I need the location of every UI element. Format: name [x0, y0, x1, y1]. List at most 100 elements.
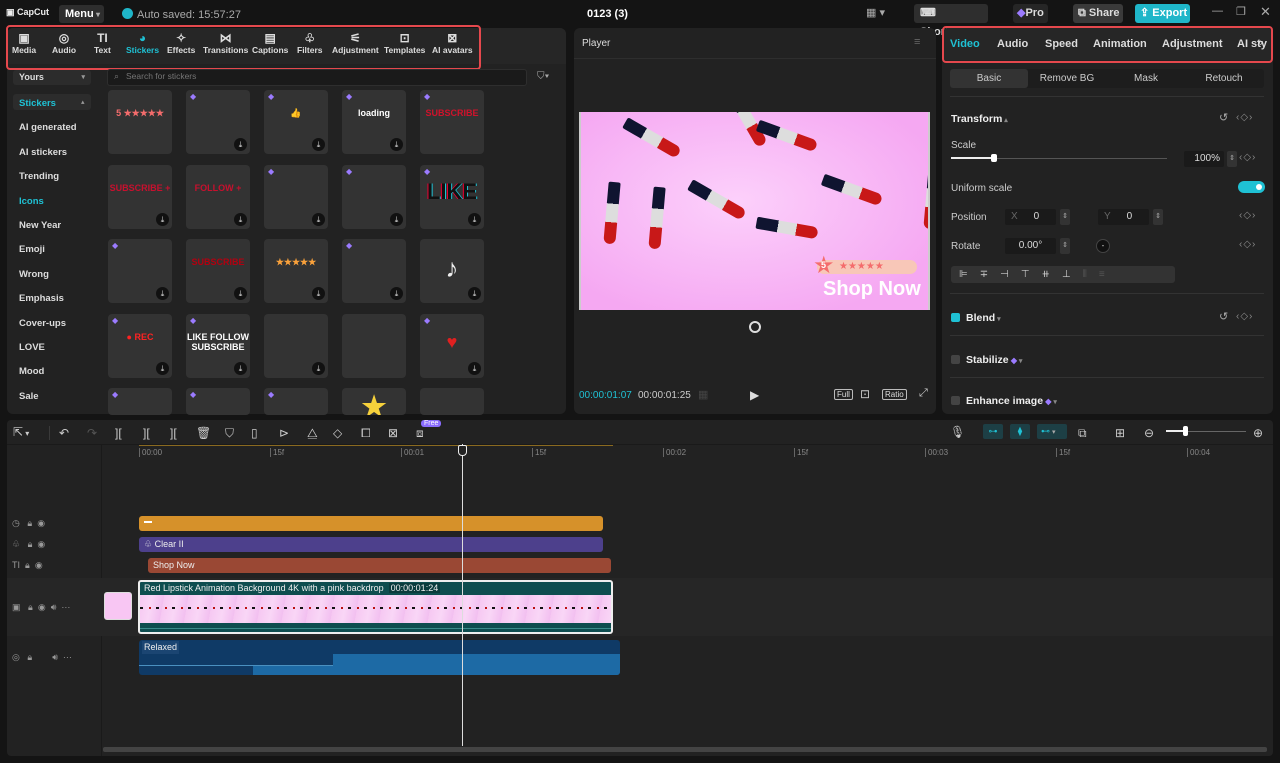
position-x-stepper[interactable]: ⇕	[1060, 209, 1070, 225]
download-icon[interactable]: ⤓	[234, 287, 247, 300]
category-item[interactable]: AI generated	[19, 122, 77, 133]
sticker-stars-bar[interactable]: ★★★★★ ⤓	[264, 239, 328, 303]
sticker-heart-bubble[interactable]: ♥ ◆ ⤓	[420, 313, 484, 378]
video-clip[interactable]: Red Lipstick Animation Background 4K wit…	[138, 580, 613, 634]
sticker-thought-cloud[interactable]: ◆ ⤓	[186, 90, 250, 154]
sticker-subscribe-button[interactable]: SUBSCRIBE ◆	[420, 90, 484, 154]
download-icon[interactable]: ⤓	[390, 138, 403, 151]
download-icon[interactable]: ⤓	[156, 361, 169, 375]
preview-axis-icon[interactable]: ⧉	[1078, 426, 1087, 441]
download-icon[interactable]: ⤓	[390, 287, 403, 300]
sticker-search-input[interactable]	[126, 71, 516, 81]
rotate-handle-icon[interactable]	[749, 321, 761, 333]
category-item[interactable]: Mood	[19, 366, 44, 377]
reset-icon[interactable]: ↺	[1219, 111, 1228, 124]
align-right-icon[interactable]: ⊣	[1000, 269, 1021, 280]
category-item[interactable]: Stickers	[19, 98, 56, 109]
download-icon[interactable]: ⤓	[468, 361, 481, 375]
sticker-tiktok-logo[interactable]: ♪ ⤓	[420, 239, 484, 303]
download-icon[interactable]: ⤓	[312, 138, 325, 151]
player-menu-icon[interactable]: ≡	[914, 36, 920, 48]
filter-sort-icon[interactable]: ⛉▾	[537, 71, 549, 82]
sticker-rec-indicator[interactable]: ● REC ◆ ⤓	[108, 313, 172, 378]
sticker-reaction-pill[interactable]: ◆ ⤓	[108, 239, 172, 303]
microphone-icon[interactable]: 🎙	[950, 425, 965, 439]
category-item[interactable]: Emoji	[19, 244, 45, 255]
sticker-like-glitch[interactable]: LIKE ◆ ⤓	[420, 164, 484, 229]
split-icon[interactable]: ][	[115, 426, 122, 440]
split-right-icon[interactable]: ][	[170, 426, 177, 440]
yours-dropdown[interactable]: Yours ▾	[13, 70, 91, 85]
scale-value[interactable]: 100%	[1184, 151, 1224, 167]
sticker-social-bars[interactable]: ◆ ⤓	[264, 164, 328, 229]
filter-clip[interactable]: ♧ Clear II	[139, 537, 603, 552]
download-icon[interactable]: ⤓	[468, 212, 481, 226]
marker-icon[interactable]: ⛉	[225, 426, 234, 441]
subtab-mask[interactable]: Mask	[1107, 69, 1185, 88]
keyframe-icon[interactable]: ‹◇›	[1236, 311, 1253, 322]
align-left-icon[interactable]: ⊫	[959, 269, 980, 280]
remove-bg-icon[interactable]: ⊠	[388, 426, 398, 440]
cover-thumbnail[interactable]	[104, 592, 132, 620]
sticker-yellow-bar[interactable]: ◆	[108, 388, 172, 415]
eye-icon[interactable]: ◉	[37, 539, 45, 549]
distribute-v-icon[interactable]: ≡	[1099, 269, 1117, 280]
zoom-out-icon[interactable]: ⊖	[1144, 426, 1154, 440]
sticker-thumbs-up[interactable]: 👍 ◆ ⤓	[264, 90, 328, 154]
position-x-field[interactable]: X0	[1005, 209, 1056, 225]
sticker-gold-star[interactable]: ★	[342, 388, 406, 415]
rotate-dial[interactable]: -	[1096, 239, 1110, 253]
volume-icon[interactable]: 🔊︎	[51, 602, 57, 612]
subtab-remove-bg[interactable]: Remove BG	[1028, 69, 1106, 88]
thumbnail-icon[interactable]: ⊞	[1115, 426, 1125, 440]
download-icon[interactable]: ⤓	[312, 212, 325, 226]
sticker-search[interactable]: ⌕	[107, 69, 527, 86]
download-icon[interactable]: ⤓	[156, 287, 169, 300]
download-icon[interactable]: ⤓	[468, 287, 481, 300]
restore-icon[interactable]: ❐	[1236, 5, 1246, 18]
subtab-basic[interactable]: Basic	[950, 69, 1028, 88]
minimize-icon[interactable]: —	[1212, 5, 1223, 17]
rotate-icon[interactable]: ◇	[333, 426, 342, 440]
close-icon[interactable]: ✕	[1260, 4, 1271, 20]
distribute-h-icon[interactable]: ⫴	[1083, 269, 1099, 280]
enhance-image-heading[interactable]: Enhance image ◆ ▾	[966, 395, 1057, 407]
layout-icon[interactable]: ▦ ▾	[866, 6, 885, 19]
linkage-icon[interactable]: ⊷ ▾	[1037, 424, 1067, 439]
keyframe-icon[interactable]: ‹◇›	[1239, 239, 1256, 250]
eye-icon[interactable]: ◉	[38, 602, 46, 612]
download-icon[interactable]: ⤓	[234, 138, 247, 151]
blend-checkbox[interactable]	[951, 313, 960, 322]
rotate-field[interactable]: 0.00°	[1005, 238, 1056, 254]
pro-button[interactable]: ◆Pro	[1013, 4, 1048, 23]
category-item[interactable]: Icons	[19, 196, 44, 207]
category-item[interactable]: Sale	[19, 391, 39, 402]
play-button[interactable]: ▶	[750, 388, 759, 402]
align-hcenter-icon[interactable]: ∓	[980, 269, 1000, 280]
stabilize-heading[interactable]: Stabilize ◆ ▾	[966, 354, 1022, 366]
category-item[interactable]: Cover-ups	[19, 318, 66, 329]
select-tool-icon[interactable]: ⇱ ▾	[13, 425, 29, 439]
freeze-icon[interactable]: ▯	[251, 426, 258, 440]
text-clip[interactable]: Shop Now	[148, 558, 611, 573]
shop-now-overlay[interactable]: Shop Now	[823, 278, 921, 301]
keyframe-icon[interactable]: ‹◇›	[1239, 210, 1256, 221]
enhance-image-checkbox[interactable]	[951, 396, 960, 405]
stabilize-checkbox[interactable]	[951, 355, 960, 364]
download-icon[interactable]: ⤓	[234, 212, 247, 226]
sticker-social-bubbles[interactable]: ⤓	[264, 313, 328, 378]
download-icon[interactable]: ⤓	[234, 361, 247, 375]
eye-icon[interactable]: ◉	[35, 560, 43, 570]
subtab-retouch[interactable]: Retouch	[1185, 69, 1263, 88]
auto-reframe-icon[interactable]: ⧈	[416, 426, 424, 441]
split-left-icon[interactable]: ][	[143, 426, 150, 440]
category-item[interactable]: Wrong	[19, 269, 49, 280]
align-vcenter-icon[interactable]: ⧺	[1042, 269, 1062, 280]
crop-icon[interactable]: ⧠	[361, 426, 371, 441]
position-y-field[interactable]: Y0	[1098, 209, 1149, 225]
reverse-icon[interactable]: ⊳	[279, 426, 289, 440]
main-track-magnet-icon[interactable]: ⊶	[983, 424, 1003, 439]
ratio-button[interactable]: Ratio	[882, 389, 907, 400]
blend-heading[interactable]: Blend ▾	[966, 312, 1001, 324]
category-item[interactable]: Emphasis	[19, 293, 64, 304]
